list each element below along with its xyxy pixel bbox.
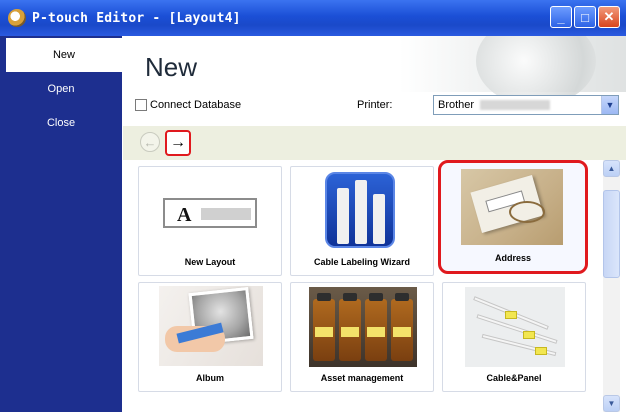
tile-label: New Layout <box>184 257 236 267</box>
sidebar-item-close[interactable]: Close <box>0 106 122 140</box>
album-thumbnail <box>139 283 281 366</box>
page-title: New <box>145 52 198 82</box>
tile-new-layout[interactable]: A New Layout <box>138 166 282 276</box>
title-bar[interactable]: P-touch Editor - [Layout4] _ □ ✕ <box>0 0 626 36</box>
tile-label: Asset management <box>320 373 404 383</box>
chevron-down-icon[interactable]: ▼ <box>601 96 618 114</box>
tile-label: Cable&Panel <box>486 373 542 383</box>
sidebar-item-label: Open <box>47 83 75 95</box>
label-card-icon: A <box>163 198 257 228</box>
tile-cable-labeling-wizard[interactable]: Cable Labeling Wizard <box>290 166 434 276</box>
arrow-left-icon[interactable]: ← <box>140 132 160 152</box>
vertical-scrollbar[interactable]: ▲ ▼ <box>603 160 620 412</box>
scroll-thumb[interactable] <box>603 190 620 278</box>
cable-plug-icon <box>325 172 395 248</box>
close-icon[interactable]: ✕ <box>598 6 620 28</box>
address-thumbnail <box>441 163 585 245</box>
cable-wizard-thumbnail <box>291 167 433 248</box>
tile-label: Address <box>494 253 531 263</box>
app-window: P-touch Editor - [Layout4] _ □ ✕ New Ope… <box>0 0 626 412</box>
connect-database-label[interactable]: Connect Database <box>150 99 241 111</box>
navigation-bar: ← → <box>123 126 626 160</box>
tile-album[interactable]: Album <box>138 282 282 392</box>
tile-cable-panel[interactable]: Cable&Panel <box>442 282 586 392</box>
left-sidebar: New Open Close <box>0 36 122 412</box>
maximize-icon[interactable]: □ <box>574 6 596 28</box>
sidebar-item-open[interactable]: Open <box>0 72 122 106</box>
printer-value: Brother <box>438 99 475 111</box>
tile-label: Album <box>196 373 224 383</box>
printer-select[interactable]: Brother ▼ <box>433 95 619 115</box>
cable-panel-thumbnail <box>443 283 585 367</box>
asset-management-thumbnail <box>291 283 433 367</box>
tile-asset-management[interactable]: Asset management <box>290 282 434 392</box>
template-grid: A New Layout Cable Labeling Wizard Addre… <box>122 160 626 412</box>
minimize-icon[interactable]: _ <box>550 6 572 28</box>
new-layout-thumbnail: A <box>139 167 281 247</box>
main-panel: New Connect Database Printer: Brother ▼ … <box>122 36 626 412</box>
sidebar-item-label: New <box>52 49 75 61</box>
scroll-up-icon[interactable]: ▲ <box>603 160 620 177</box>
window-controls: _ □ ✕ <box>550 6 620 28</box>
header-banner: New <box>122 36 626 106</box>
controls-row: Connect Database Printer: Brother ▼ <box>135 95 620 116</box>
scroll-down-icon[interactable]: ▼ <box>603 395 620 412</box>
window-title: P-touch Editor - [Layout4] <box>32 10 241 26</box>
app-logo-icon <box>8 9 26 27</box>
tile-address[interactable]: Address <box>438 160 588 274</box>
connect-database-checkbox[interactable] <box>135 99 147 111</box>
arrow-right-icon[interactable]: → <box>165 130 191 156</box>
printer-label: Printer: <box>357 99 393 111</box>
sidebar-item-new[interactable]: New <box>0 38 122 72</box>
sidebar-item-label: Close <box>46 117 76 129</box>
printer-model-redacted <box>480 100 551 110</box>
tile-label: Cable Labeling Wizard <box>314 257 410 267</box>
